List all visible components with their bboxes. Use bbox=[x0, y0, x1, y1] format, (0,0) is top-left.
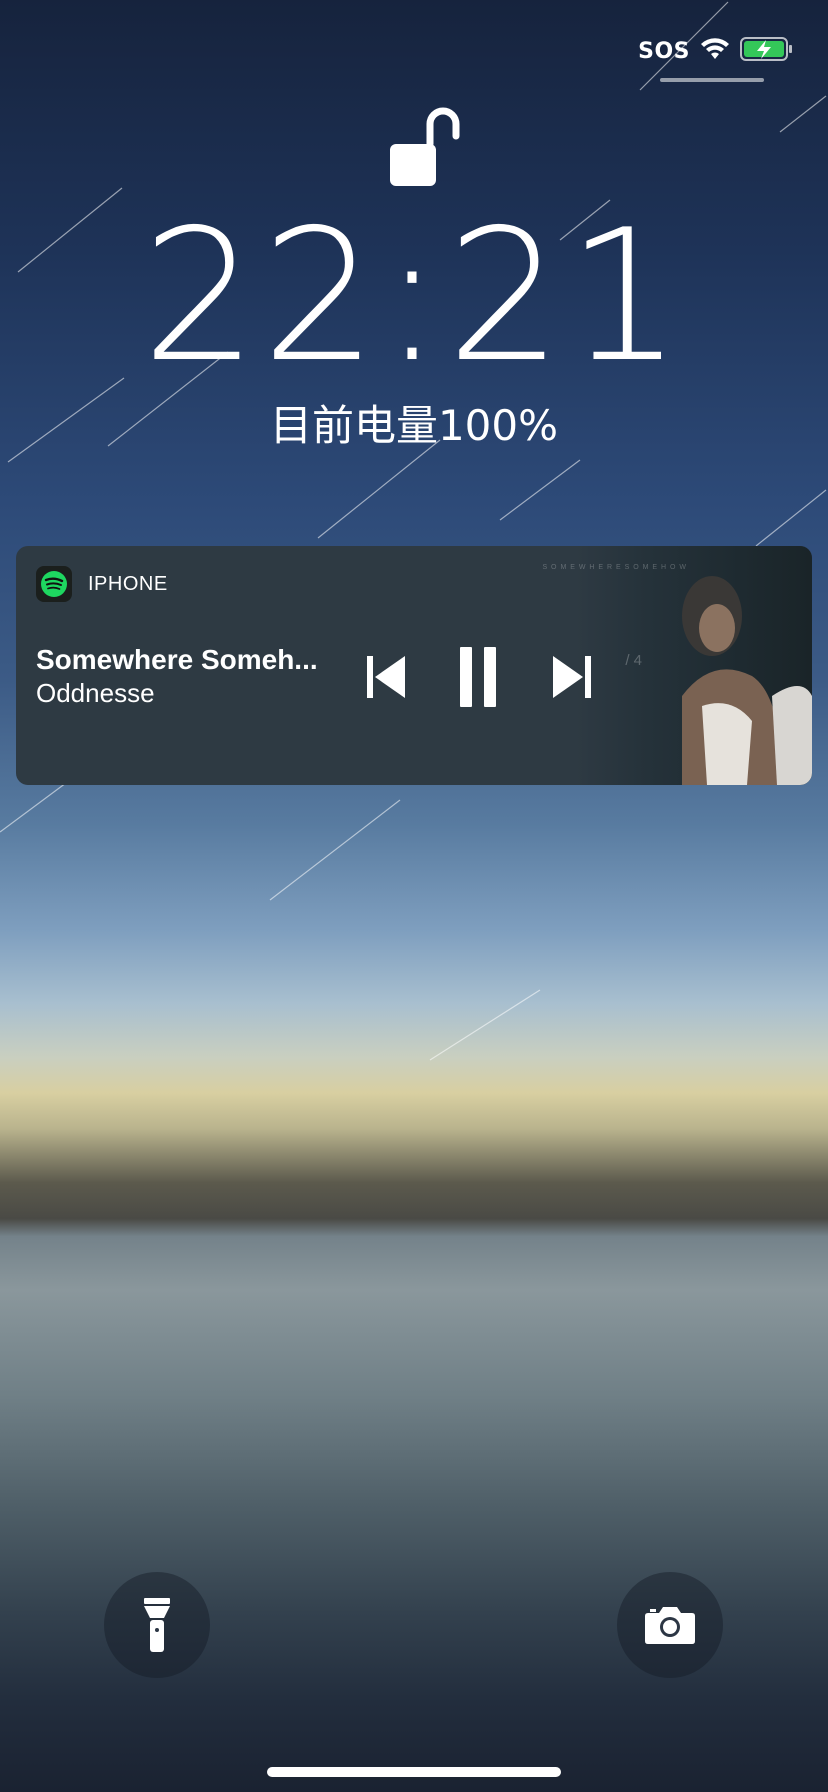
album-artwork-figure bbox=[682, 576, 812, 785]
pause-button[interactable] bbox=[448, 646, 508, 708]
app-name-label: IPHONE bbox=[88, 572, 168, 595]
unlocked-padlock-icon bbox=[384, 104, 464, 190]
battery-status-text: 目前电量100% bbox=[269, 401, 559, 450]
next-track-icon bbox=[553, 656, 591, 698]
flashlight-button[interactable] bbox=[104, 1572, 210, 1678]
battery-charging-icon bbox=[740, 36, 794, 67]
lock-screen-clock: 22:21 bbox=[141, 190, 687, 402]
next-track-button[interactable] bbox=[542, 646, 602, 708]
flashlight-icon bbox=[144, 1598, 170, 1652]
camera-button[interactable] bbox=[617, 1572, 723, 1678]
carrier-label: SOS bbox=[638, 39, 690, 64]
home-indicator[interactable] bbox=[267, 1767, 561, 1777]
pause-icon bbox=[460, 647, 496, 707]
now-playing-widget[interactable]: S O M E W H E R E S O M E H O W / 4 IPHO… bbox=[16, 546, 812, 785]
widget-header: IPHONE bbox=[36, 566, 168, 602]
camera-icon bbox=[645, 1607, 695, 1644]
control-center-indicator[interactable] bbox=[660, 78, 764, 82]
wifi-icon bbox=[700, 37, 730, 66]
status-bar: SOS bbox=[638, 36, 794, 67]
album-cover-text: S O M E W H E R E S O M E H O W bbox=[542, 564, 687, 571]
previous-track-icon bbox=[367, 656, 405, 698]
song-title[interactable]: Somewhere Someh... bbox=[36, 644, 318, 676]
spotify-icon bbox=[36, 566, 72, 602]
song-artist[interactable]: Oddnesse bbox=[36, 678, 155, 709]
album-cover-number: / 4 bbox=[625, 652, 642, 669]
previous-track-button[interactable] bbox=[356, 646, 416, 708]
